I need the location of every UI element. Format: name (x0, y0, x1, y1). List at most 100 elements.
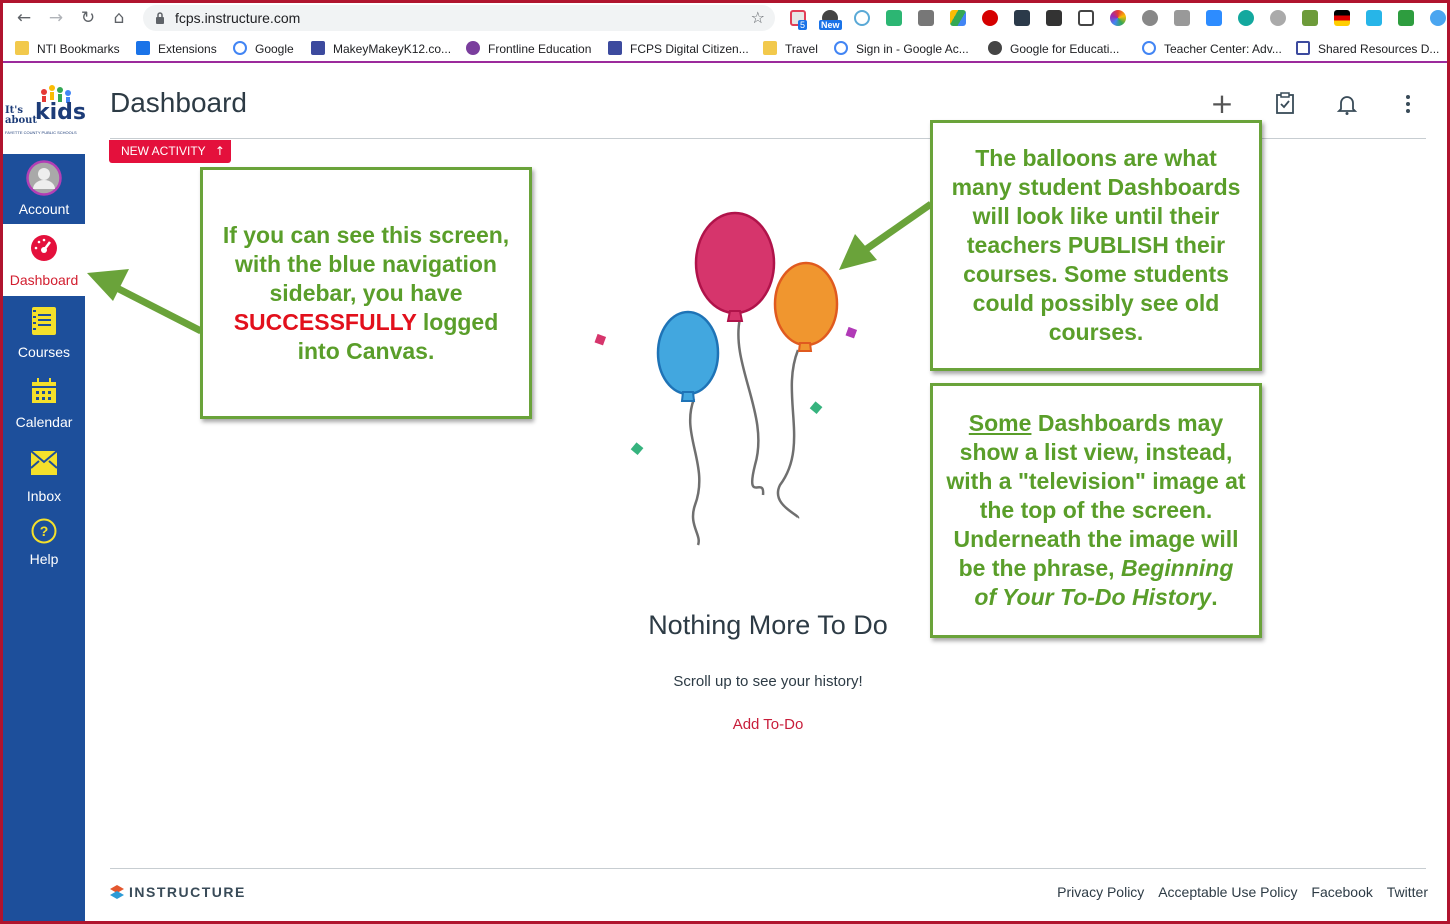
annotation-left: If you can see this screen, with the blu… (200, 167, 532, 419)
reload-icon[interactable]: ↻ (77, 7, 99, 29)
extension-icon[interactable] (1430, 10, 1446, 26)
bookmark-item[interactable]: Teacher Center: Adv... (1142, 41, 1282, 56)
new-activity-label: NEW ACTIVITY (121, 144, 206, 158)
folder-icon (15, 41, 29, 55)
extension-icon[interactable] (1302, 10, 1318, 26)
address-bar[interactable]: fcps.instructure.com ☆ (143, 5, 775, 31)
add-todo-link[interactable]: Add To-Do (568, 716, 968, 733)
nav-dashboard-label: Dashboard (9, 272, 79, 288)
bookmark-item[interactable]: MakeyMakeyK12.co... (311, 41, 451, 56)
germany-flag-icon[interactable] (1334, 10, 1350, 26)
logo-word: kids (35, 100, 87, 125)
site-icon (608, 41, 622, 55)
instructure-wordmark: INSTRUCTURE (129, 884, 246, 900)
extension-icon[interactable] (1366, 10, 1382, 26)
nav-account-label: Account (18, 201, 70, 217)
empty-state-text: Scroll up to see your history! (673, 673, 863, 690)
bookmark-item[interactable]: Extensions (136, 41, 217, 56)
bookmark-item[interactable]: Shared Resources D... (1296, 41, 1439, 56)
calendar-icon (32, 378, 56, 403)
nav-courses-label: Courses (17, 344, 71, 360)
nav-calendar-label: Calendar (15, 414, 73, 430)
back-icon[interactable]: ← (13, 7, 35, 29)
extension-badge: 5 (798, 20, 808, 30)
nav-account[interactable]: Account (3, 154, 85, 224)
extension-icon[interactable] (918, 10, 934, 26)
bookmark-item[interactable]: Google (233, 41, 294, 56)
lock-icon (156, 12, 164, 24)
svg-text:?: ? (40, 523, 49, 539)
nav-courses[interactable]: Courses (3, 296, 85, 368)
nav-help[interactable]: ? Help (3, 508, 85, 574)
url-text: fcps.instructure.com (175, 10, 301, 26)
bookmark-item[interactable]: Sign in - Google Ac... (834, 41, 969, 56)
notifications-bell-icon[interactable] (1335, 92, 1359, 116)
extension-icon[interactable] (982, 10, 998, 26)
google-icon (1142, 41, 1156, 55)
footer-divider (110, 868, 1426, 869)
color-wheel-icon[interactable] (1110, 10, 1126, 26)
drive-icon[interactable] (950, 10, 966, 26)
extension-icon[interactable] (1174, 10, 1190, 26)
bookmark-item[interactable]: Travel (763, 41, 818, 56)
bookmark-star-icon[interactable]: ☆ (751, 8, 765, 27)
extension-icon[interactable] (1238, 10, 1254, 26)
avatar-icon (26, 160, 62, 196)
new-activity-button[interactable]: NEW ACTIVITY ↑ (109, 140, 231, 163)
balloons-illustration (594, 211, 858, 546)
logo-line2: about (5, 115, 38, 126)
footer-link-acceptable-use[interactable]: Acceptable Use Policy (1158, 884, 1297, 900)
footer-link-twitter[interactable]: Twitter (1387, 884, 1428, 900)
annotation-left-emphasis: SUCCESSFULLY (233, 308, 417, 335)
footer-link-facebook[interactable]: Facebook (1311, 884, 1372, 900)
home-icon[interactable]: ⌂ (108, 7, 130, 29)
bookmarks-bar: NTI Bookmarks Extensions Google MakeyMak… (3, 33, 1447, 63)
puzzle-icon (136, 41, 150, 55)
annotation-right-bottom-emphasis: Some (968, 410, 1032, 436)
annotation-right-bottom: Some Dashboards may show a list view, in… (930, 383, 1262, 638)
nav-inbox[interactable]: Inbox (3, 438, 85, 508)
forward-icon[interactable]: → (45, 7, 67, 29)
eyedropper-icon[interactable] (1078, 10, 1094, 26)
global-navigation: It's about kids FAYETTE COUNTY PUBLIC SCH… (3, 70, 87, 921)
annotation-left-text-a: If you can see this screen, with the blu… (222, 221, 510, 306)
add-icon[interactable]: + (1210, 90, 1234, 118)
extension-icon[interactable] (1142, 10, 1158, 26)
courses-icon (32, 307, 56, 335)
extension-icon[interactable] (1270, 10, 1286, 26)
inbox-icon (30, 450, 58, 475)
bookmark-item[interactable]: FCPS Digital Citizen... (608, 41, 749, 56)
annotation-right-top: The balloons are what many student Dashb… (930, 120, 1262, 371)
zoom-icon[interactable] (1206, 10, 1222, 26)
bookmark-item[interactable]: Frontline Education (466, 41, 591, 56)
nav-calendar[interactable]: Calendar (3, 368, 85, 438)
page-title: Dashboard (110, 87, 247, 118)
todo-list-icon[interactable] (1273, 92, 1297, 116)
folder-icon (763, 41, 777, 55)
annotation-right-bottom-period: . (1211, 584, 1218, 610)
arrow-up-icon: ↑ (214, 144, 225, 158)
arrow-to-dashboard-icon (87, 269, 203, 335)
footer-links: Privacy Policy Acceptable Use Policy Fac… (1047, 884, 1428, 900)
dashboard-icon (31, 235, 57, 261)
district-logo[interactable]: It's about kids FAYETTE COUNTY PUBLIC SCH… (3, 70, 87, 154)
help-icon: ? (31, 518, 57, 544)
extension-icon[interactable] (886, 10, 902, 26)
bookmark-item[interactable]: NTI Bookmarks (15, 41, 120, 56)
footer-link-privacy[interactable]: Privacy Policy (1057, 884, 1144, 900)
extension-icon[interactable] (1014, 10, 1030, 26)
site-icon (1296, 41, 1310, 55)
globe-icon (988, 41, 1002, 55)
extension-icon[interactable] (1046, 10, 1062, 26)
site-icon (466, 41, 480, 55)
logo-tagline: FAYETTE COUNTY PUBLIC SCHOOLS (5, 130, 77, 135)
google-icon (834, 41, 848, 55)
site-icon (311, 41, 325, 55)
bookmark-item[interactable]: Google for Educati... (988, 41, 1119, 56)
nav-dashboard[interactable]: Dashboard (3, 224, 85, 296)
extension-icon[interactable] (854, 10, 870, 26)
more-options-icon[interactable] (1396, 92, 1420, 116)
browser-toolbar: ← → ↻ ⌂ fcps.instructure.com ☆ 5 New (3, 3, 1447, 33)
extension-icon[interactable] (1398, 10, 1414, 26)
google-icon (233, 41, 247, 55)
